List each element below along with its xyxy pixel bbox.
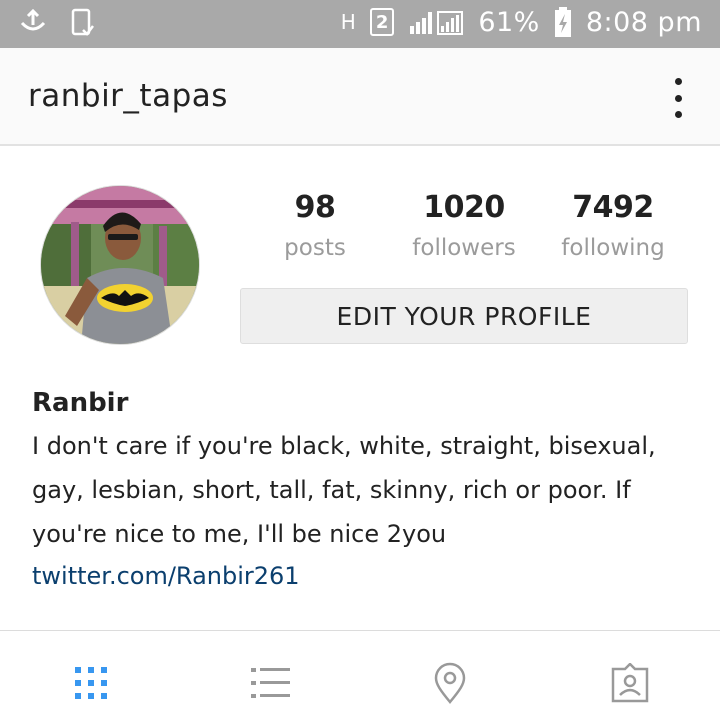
battery-percentage: 61%	[478, 6, 540, 38]
clock: 8:08 pm	[585, 6, 702, 38]
tab-location[interactable]	[428, 661, 472, 705]
more-vertical-icon	[674, 78, 682, 85]
profile-tab-bar	[0, 630, 720, 727]
followers-stat[interactable]: 1020 followers	[389, 190, 539, 261]
followers-label: followers	[412, 235, 516, 261]
bio-section: Ranbir I don't care if you're black, whi…	[32, 388, 692, 596]
profile-header: ranbir_tapas	[0, 48, 720, 146]
tab-tagged[interactable]	[608, 661, 652, 705]
display-name: Ranbir	[32, 388, 129, 418]
following-count: 7492	[572, 190, 654, 225]
following-label: following	[561, 235, 665, 261]
followers-count: 1020	[423, 190, 505, 225]
edit-profile-button[interactable]: EDIT YOUR PROFILE	[240, 288, 688, 344]
bio-link[interactable]: twitter.com/Ranbir261	[32, 556, 692, 596]
bio-text: I don't care if you're black, white, str…	[32, 432, 656, 548]
list-icon	[251, 668, 290, 698]
tab-grid[interactable]	[69, 661, 113, 705]
posts-label: posts	[284, 235, 346, 261]
network-type: H	[340, 10, 357, 34]
more-options-button[interactable]	[666, 78, 690, 118]
posts-count: 98	[294, 190, 336, 225]
posts-stat[interactable]: 98 posts	[240, 190, 390, 261]
tagged-photos-icon	[611, 663, 649, 703]
username-title: ranbir_tapas	[28, 78, 228, 114]
status-bar: H 2 61% 8:08 pm	[0, 0, 720, 48]
signal-icon	[408, 8, 464, 36]
tab-list[interactable]	[248, 661, 292, 705]
profile-stats: 98 posts 1020 followers 7492 following	[240, 190, 688, 270]
battery-charging-icon	[554, 6, 572, 38]
sim-icon: 2	[370, 8, 395, 36]
grid-icon	[75, 667, 107, 699]
following-stat[interactable]: 7492 following	[538, 190, 688, 261]
usb-icon	[18, 9, 48, 37]
device-icon	[70, 8, 94, 38]
location-pin-icon	[434, 662, 466, 704]
avatar[interactable]	[40, 185, 200, 345]
